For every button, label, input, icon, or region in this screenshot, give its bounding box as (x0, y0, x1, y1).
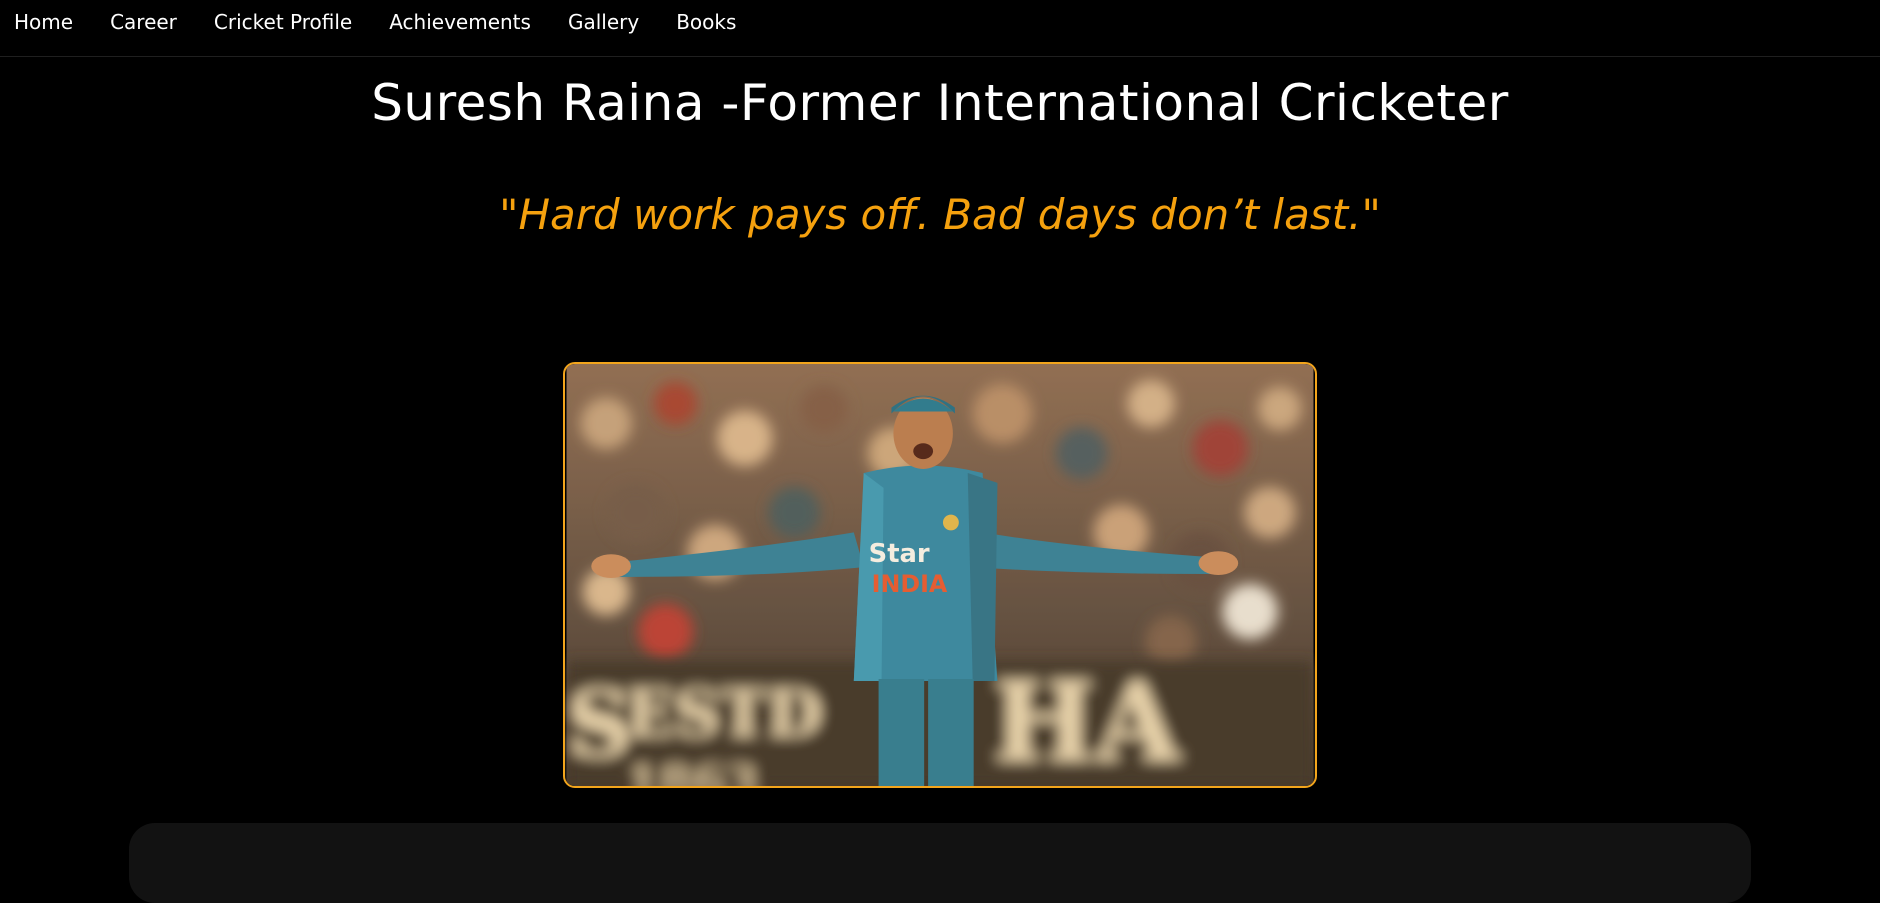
nav-achievements-link[interactable]: Achievements (389, 10, 531, 34)
nav-home-link[interactable]: Home (14, 10, 73, 34)
top-nav: Home Career Cricket Profile Achievements… (0, 0, 1880, 57)
hero-quote: "Hard work pays off. Bad days don’t last… (499, 190, 1381, 239)
nav-gallery-link[interactable]: Gallery (568, 10, 639, 34)
nav-cricket-profile-link[interactable]: Cricket Profile (214, 10, 352, 34)
nav-books-link[interactable]: Books (676, 10, 736, 34)
cricketer-celebration-photo: S ESTD 1863 HA Star INDIA (566, 364, 1314, 786)
page-title: Suresh Raina -Former International Crick… (371, 74, 1509, 132)
hero-image: S ESTD 1863 HA Star INDIA (563, 362, 1317, 788)
content-card (129, 823, 1751, 903)
nav-career-link[interactable]: Career (110, 10, 177, 34)
